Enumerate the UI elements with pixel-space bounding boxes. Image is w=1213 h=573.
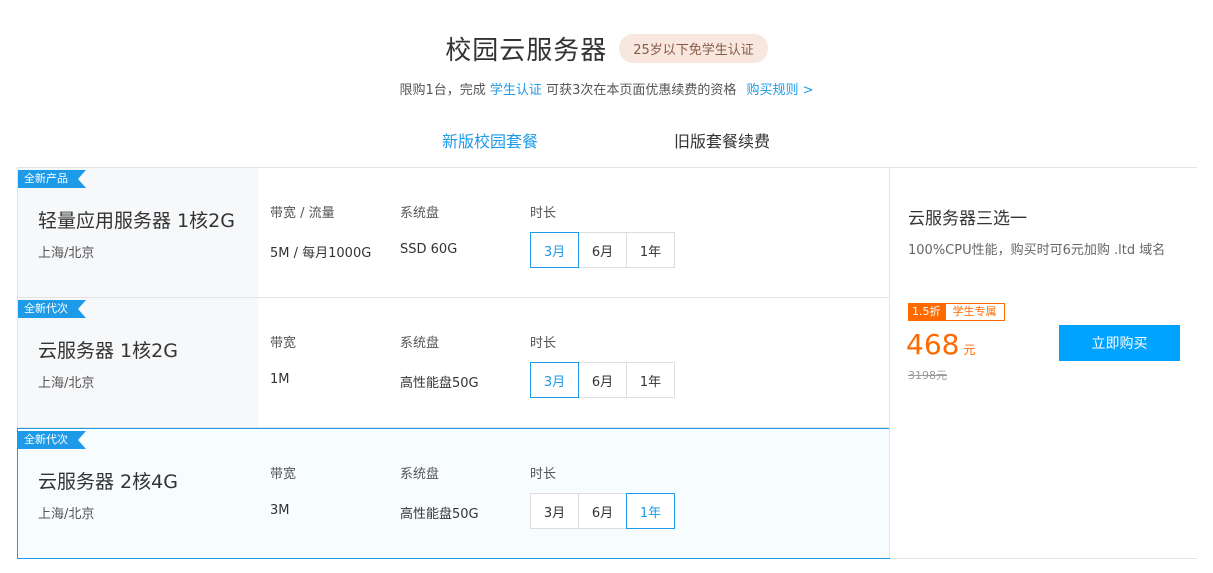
price-tags: 1.5折 学生专属 — [908, 303, 1005, 321]
bandwidth-value: 1M — [270, 372, 290, 387]
disk-label: 系统盘 — [400, 206, 440, 221]
duration-option-3m[interactable]: 3月 — [530, 362, 579, 398]
bandwidth-label: 带宽 — [270, 336, 297, 351]
price-value: 468 — [906, 328, 960, 361]
subtitle-pre: 限购1台，完成 — [399, 83, 486, 98]
duration-selector: 3月 6月 1年 — [530, 362, 675, 398]
price-unit: 元 — [963, 343, 976, 357]
product-ribbon: 全新代次 — [18, 300, 86, 318]
original-price: 3198元 — [908, 369, 947, 382]
card-title: 云服务器三选一 — [908, 209, 1027, 229]
product-name: 云服务器 1核2G — [38, 340, 178, 362]
page-title: 校园云服务器 — [445, 36, 608, 66]
current-price: 468 元 — [906, 328, 975, 361]
product-name: 轻量应用服务器 1核2G — [38, 210, 235, 232]
duration-option-6m[interactable]: 6月 — [578, 362, 627, 398]
package-tabs: 新版校园套餐 旧版套餐续费 — [0, 128, 1213, 152]
bandwidth-label: 带宽 — [270, 467, 297, 482]
purchase-rules-link[interactable]: 购买规则 > — [746, 83, 813, 98]
duration-label: 时长 — [530, 467, 557, 482]
product-panel: 全新产品 轻量应用服务器 1核2G 上海/北京 带宽 / 流量 5M / 每月1… — [17, 167, 1197, 559]
tab-new-campus-package[interactable]: 新版校园套餐 — [442, 128, 538, 152]
disk-value: 高性能盘50G — [400, 376, 479, 391]
product-row[interactable]: 全新代次 云服务器 1核2G 上海/北京 带宽 1M 系统盘 高性能盘50G 时… — [18, 298, 889, 428]
duration-option-6m[interactable]: 6月 — [578, 493, 627, 529]
disk-label: 系统盘 — [400, 336, 440, 351]
disk-value: SSD 60G — [400, 242, 458, 257]
product-region: 上海/北京 — [38, 507, 95, 522]
duration-label: 时长 — [530, 206, 557, 221]
duration-selector: 3月 6月 1年 — [530, 232, 675, 268]
bandwidth-value: 3M — [270, 503, 290, 518]
product-region: 上海/北京 — [38, 246, 95, 261]
duration-option-1y[interactable]: 1年 — [626, 362, 675, 398]
student-exclusive-tag: 学生专属 — [944, 303, 1005, 321]
purchase-card: 云服务器三选一 100%CPU性能，购买时可6元加购 .ltd 域名 1.5折 … — [889, 168, 1197, 558]
product-row-selected[interactable]: 全新代次 云服务器 2核4G 上海/北京 带宽 3M 系统盘 高性能盘50G 时… — [17, 428, 890, 559]
bandwidth-label: 带宽 / 流量 — [270, 206, 335, 221]
duration-selector: 3月 6月 1年 — [530, 493, 675, 529]
product-ribbon: 全新产品 — [18, 170, 86, 188]
discount-tag: 1.5折 — [908, 303, 945, 321]
card-description: 100%CPU性能，购买时可6元加购 .ltd 域名 — [908, 243, 1166, 258]
buy-now-button[interactable]: 立即购买 — [1059, 325, 1180, 361]
title-row: 校园云服务器 25岁以下免学生认证 — [0, 30, 1213, 67]
tab-old-package-renewal[interactable]: 旧版套餐续费 — [674, 128, 770, 152]
disk-label: 系统盘 — [400, 467, 440, 482]
student-auth-link[interactable]: 学生认证 — [490, 83, 542, 98]
subtitle-post: 可获3次在本页面优惠续费的资格 — [546, 83, 737, 98]
product-name-box: 全新产品 轻量应用服务器 1核2G 上海/北京 — [18, 168, 258, 297]
duration-option-6m[interactable]: 6月 — [578, 232, 627, 268]
product-name-box: 全新代次 云服务器 1核2G 上海/北京 — [18, 298, 258, 427]
duration-option-1y[interactable]: 1年 — [626, 232, 675, 268]
product-ribbon: 全新代次 — [18, 431, 86, 449]
product-row[interactable]: 全新产品 轻量应用服务器 1核2G 上海/北京 带宽 / 流量 5M / 每月1… — [18, 168, 889, 298]
product-region: 上海/北京 — [38, 376, 95, 391]
disk-value: 高性能盘50G — [400, 507, 479, 522]
product-name: 云服务器 2核4G — [38, 471, 178, 493]
subtitle: 限购1台，完成 学生认证 可获3次在本页面优惠续费的资格 购买规则 > — [0, 79, 1213, 98]
duration-option-3m[interactable]: 3月 — [530, 232, 579, 268]
bandwidth-value: 5M / 每月1000G — [270, 246, 372, 261]
duration-label: 时长 — [530, 336, 557, 351]
duration-option-1y[interactable]: 1年 — [626, 493, 675, 529]
duration-option-3m[interactable]: 3月 — [530, 493, 579, 529]
student-free-badge: 25岁以下免学生认证 — [619, 34, 768, 63]
product-name-box: 全新代次 云服务器 2核4G 上海/北京 — [18, 429, 258, 558]
